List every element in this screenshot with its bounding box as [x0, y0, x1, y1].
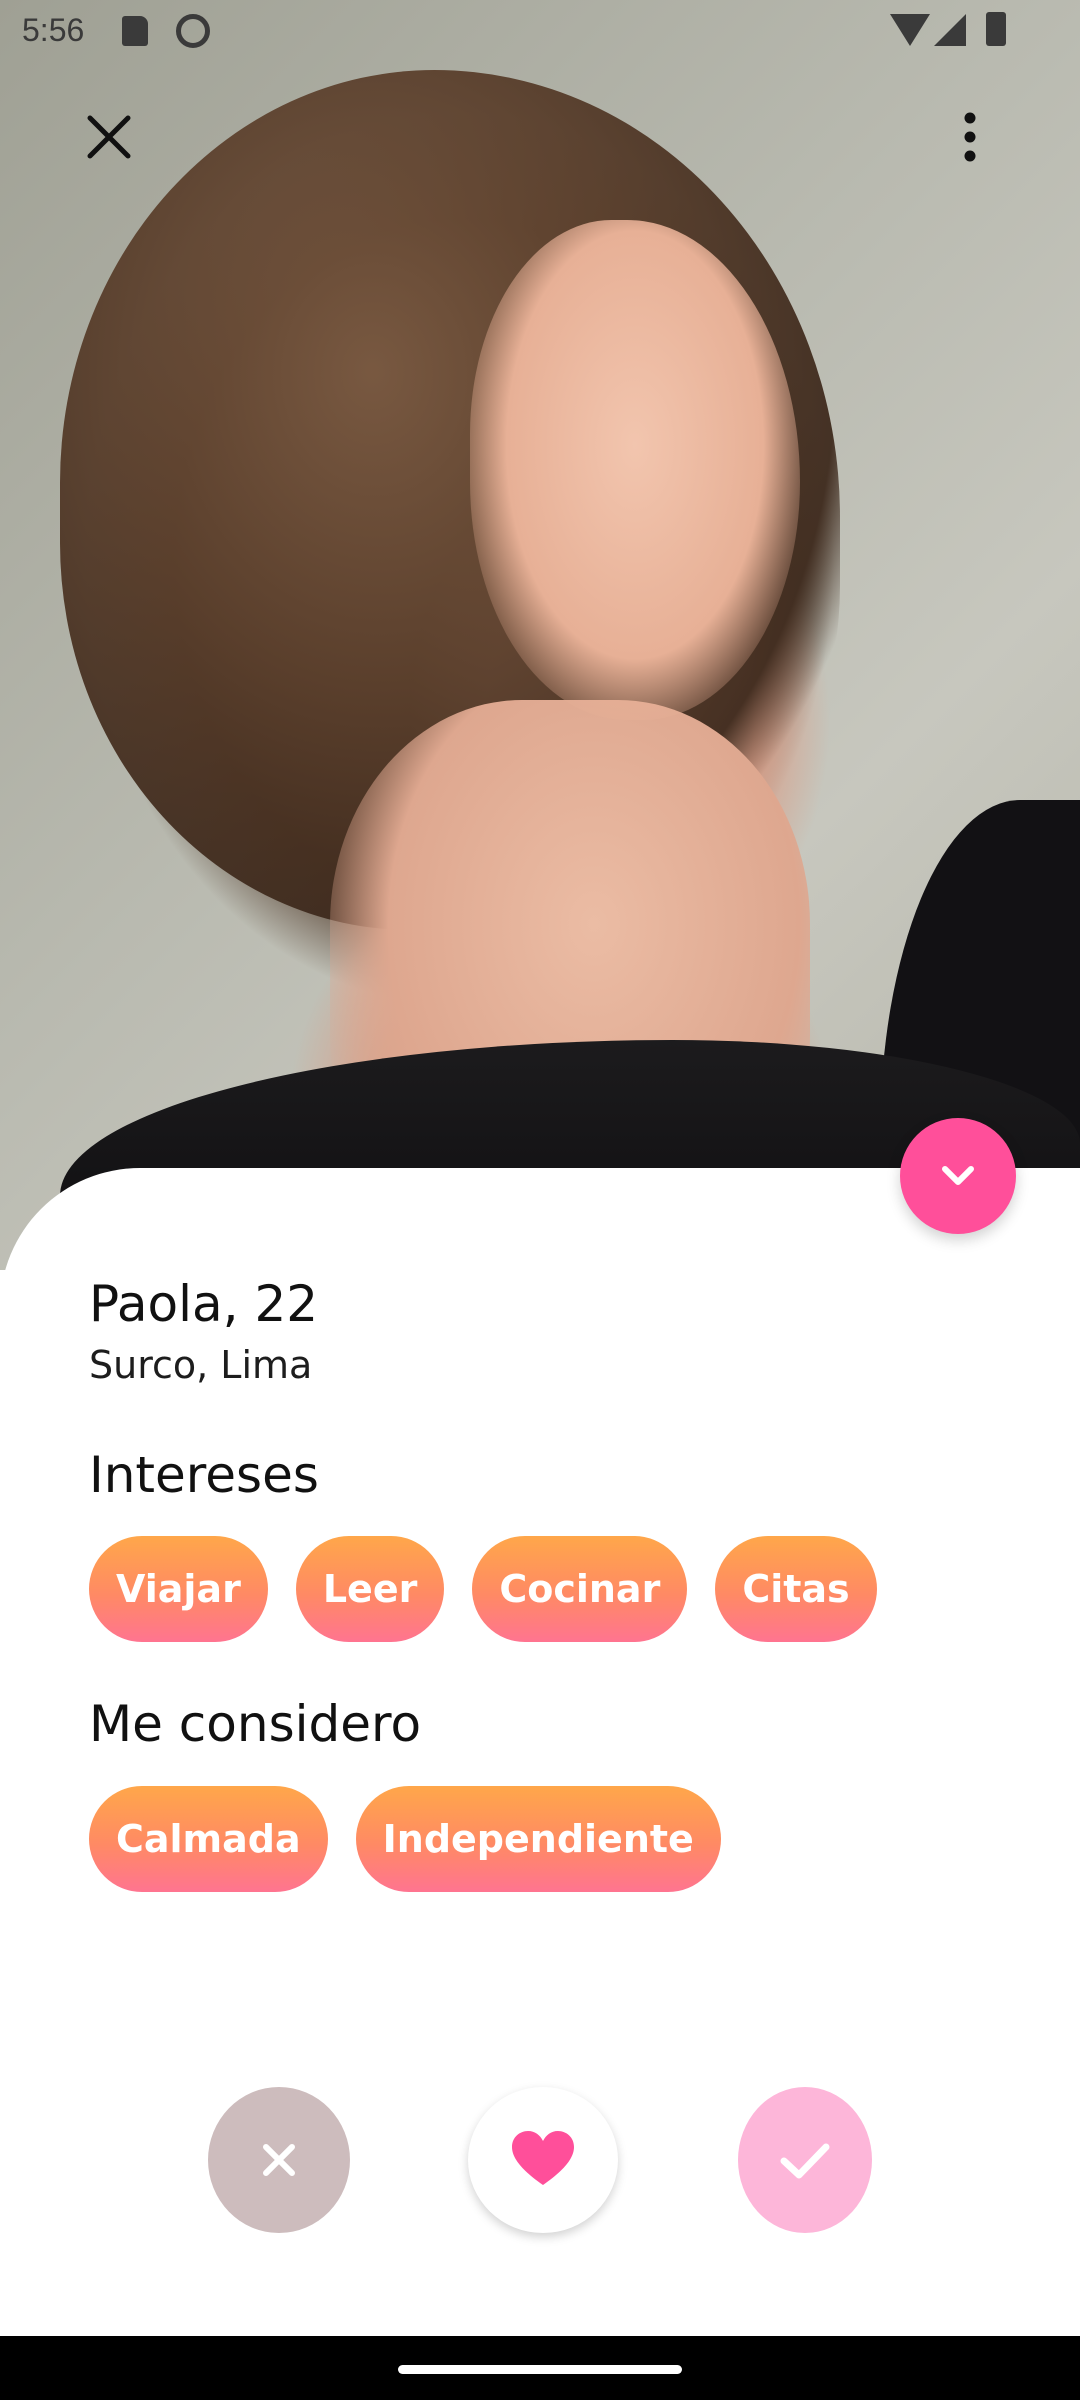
like-button[interactable]: [468, 2087, 618, 2233]
close-icon: [263, 2144, 295, 2176]
profile-name-age: Paola, 22: [89, 1275, 319, 1333]
check-icon: [780, 2143, 830, 2179]
notification-bot-icon: [176, 14, 210, 48]
status-time: 5:56: [22, 12, 85, 48]
interest-chip: Cocinar: [472, 1536, 688, 1642]
chevron-down-icon: [942, 1166, 974, 1185]
heart-icon: [512, 2131, 574, 2185]
more-options-button[interactable]: [930, 100, 1010, 180]
self-description-title: Me considero: [89, 1695, 422, 1753]
self-description-chip-list: Calmada Independiente: [89, 1786, 721, 1892]
accept-button[interactable]: [738, 2087, 872, 2233]
sd-card-icon: [122, 16, 148, 46]
wifi-icon: [890, 14, 930, 46]
collapse-details-button[interactable]: [900, 1118, 1016, 1234]
dislike-button[interactable]: [208, 2087, 350, 2233]
trait-chip: Independiente: [355, 1786, 721, 1892]
home-gesture-handle[interactable]: [398, 2365, 682, 2374]
more-vertical-icon: [964, 112, 976, 162]
interest-chip: Leer: [295, 1536, 445, 1642]
interests-title: Intereses: [89, 1446, 319, 1504]
profile-location: Surco, Lima: [89, 1343, 313, 1387]
close-icon: [87, 115, 131, 159]
close-button[interactable]: [70, 100, 150, 180]
interest-chip: Viajar: [89, 1536, 268, 1642]
battery-icon: [986, 12, 1006, 46]
status-bar: 5:56: [0, 0, 1080, 62]
interest-chip: Citas: [715, 1536, 877, 1642]
signal-icon: [934, 14, 966, 46]
interests-chip-list: Viajar Leer Cocinar Citas: [89, 1536, 877, 1642]
profile-photo: [0, 0, 1080, 1300]
trait-chip: Calmada: [89, 1786, 328, 1892]
